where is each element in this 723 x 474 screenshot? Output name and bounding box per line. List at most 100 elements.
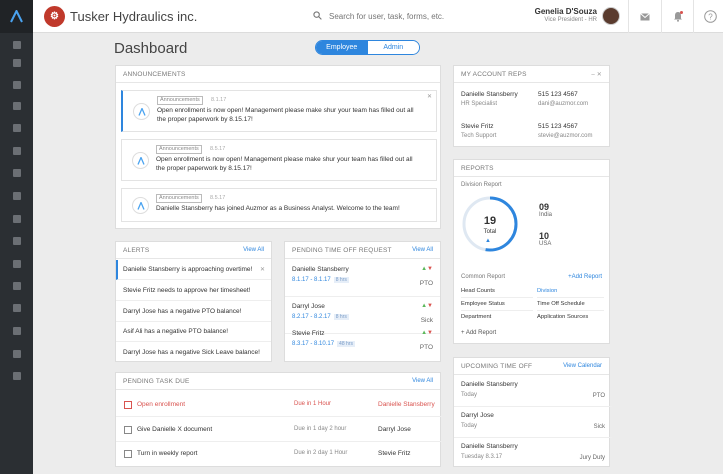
- total-label: Total: [483, 229, 497, 235]
- upcoming-type: Jury Duty: [579, 455, 605, 461]
- nav-report-icon[interactable]: [0, 299, 33, 317]
- nav-chart-icon[interactable]: [0, 97, 33, 115]
- nav-power-icon[interactable]: [0, 367, 33, 385]
- avatar[interactable]: [602, 7, 620, 25]
- pending-tasks-header: PENDING TASK DUE View All: [116, 373, 440, 390]
- alert-item[interactable]: Asif Ali has a negative PTO balance!: [116, 322, 271, 342]
- approve-reject-icons[interactable]: ▲▼: [421, 303, 433, 309]
- add-report-link[interactable]: +Add Report: [568, 274, 602, 280]
- report-link[interactable]: Division: [537, 285, 604, 298]
- task-name: Turn in weekly report: [137, 450, 198, 457]
- nav-bank-icon[interactable]: [0, 232, 33, 250]
- alert-item[interactable]: Stevie Fritz needs to approve her timesh…: [116, 281, 271, 301]
- request-hours: 8 hrs: [333, 314, 349, 320]
- card-title: ALERTS: [123, 246, 150, 254]
- nav-like-icon[interactable]: [0, 76, 33, 94]
- announcement-item[interactable]: Announcements 8.5.17 Open enrollment is …: [121, 139, 437, 181]
- search-input[interactable]: [329, 8, 519, 25]
- nav-documents-icon[interactable]: [0, 164, 33, 182]
- nav-list-icon[interactable]: [0, 322, 33, 340]
- requester-name: Stevie Fritz: [292, 330, 325, 337]
- alert-text: Darryl Jose has a negative PTO balance!: [123, 308, 242, 315]
- announcement-logo-icon: [133, 103, 150, 120]
- admin-toggle-button[interactable]: Admin: [367, 41, 419, 54]
- nav-user-add-icon[interactable]: [0, 210, 33, 228]
- reject-thumb-icon[interactable]: ▼: [427, 266, 433, 272]
- alert-item[interactable]: Danielle Stansberry is approaching overt…: [116, 260, 271, 280]
- announcement-date: 8.5.17: [210, 146, 226, 152]
- task-name: Open enrollment: [137, 401, 186, 408]
- notifications-bell-icon[interactable]: [661, 0, 694, 33]
- report-link[interactable]: Department: [461, 311, 533, 324]
- announcements-header: ANNOUNCEMENTS: [116, 66, 440, 83]
- alert-item[interactable]: Darryl Jose has a negative Sick Leave ba…: [116, 342, 271, 362]
- view-all-link[interactable]: View All: [243, 247, 264, 253]
- task-checkbox[interactable]: [124, 401, 132, 409]
- task-assignee: Stevie Fritz: [378, 450, 411, 457]
- view-all-link[interactable]: View All: [412, 378, 433, 384]
- request-dates-row: 8.2.17 - 8.2.17 8 hrs: [292, 314, 433, 320]
- task-checkbox[interactable]: [124, 450, 132, 458]
- nav-home-icon[interactable]: [0, 54, 33, 72]
- help-icon[interactable]: ?: [693, 0, 723, 33]
- announcement-tag: Announcements: [157, 96, 203, 105]
- report-link[interactable]: Employee Status: [461, 298, 533, 311]
- time-off-request[interactable]: Danielle Stansberry 8.1.17 - 8.1.17 8 hrs…: [285, 260, 440, 297]
- task-row[interactable]: Turn in weekly report Due in 2 day 1 Hou…: [116, 442, 442, 466]
- nav-clock-icon[interactable]: [0, 255, 33, 273]
- upcoming-date: Today: [461, 392, 478, 398]
- alert-item[interactable]: Darryl Jose has a negative PTO balance!: [116, 302, 271, 322]
- task-row[interactable]: Open enrollment Due in 1 Hour Danielle S…: [116, 393, 442, 417]
- upcoming-date: Today: [461, 423, 478, 429]
- announcement-item[interactable]: Announcements 8.1.17 Open enrollment is …: [121, 90, 437, 132]
- task-checkbox[interactable]: [124, 426, 132, 434]
- add-report-button[interactable]: + Add Report: [461, 330, 496, 336]
- task-row[interactable]: Give Danielle X document Due in 1 day 2 …: [116, 418, 442, 442]
- request-hours: 8 hrs: [333, 277, 349, 283]
- rep-email[interactable]: stevie@auzmor.com: [538, 133, 592, 139]
- app-logo[interactable]: [0, 0, 33, 33]
- nav-users-icon[interactable]: [0, 187, 33, 205]
- nav-briefcase-icon[interactable]: [0, 142, 33, 160]
- view-calendar-link[interactable]: View Calendar: [563, 363, 602, 369]
- announcements-card: ANNOUNCEMENTS Announcements 8.1.17 Open …: [115, 65, 441, 229]
- approve-reject-icons[interactable]: ▲▼: [421, 330, 433, 336]
- card-controls[interactable]: – ✕: [591, 71, 602, 78]
- alert-text: Stevie Fritz needs to approve her timesh…: [123, 287, 251, 294]
- rep-name: Stevie Fritz: [461, 123, 494, 130]
- report-link[interactable]: Head Counts: [461, 285, 533, 298]
- nav-file-icon[interactable]: [0, 277, 33, 295]
- upcoming-item[interactable]: Danielle Stansberry Today PTO: [454, 376, 612, 407]
- reject-thumb-icon[interactable]: ▼: [427, 330, 433, 336]
- alerts-card: ALERTS View All Danielle Stansberry is ap…: [115, 241, 272, 362]
- user-name[interactable]: Genelia D'Souza: [533, 7, 597, 16]
- approve-reject-icons[interactable]: ▲▼: [421, 266, 433, 272]
- close-icon[interactable]: ✕: [260, 266, 265, 273]
- rep-phone[interactable]: 515 123 4567: [538, 91, 588, 98]
- employee-toggle-button[interactable]: Employee: [316, 41, 368, 54]
- nav-menu-icon[interactable]: [0, 36, 33, 54]
- nav-settings-icon[interactable]: [0, 345, 33, 363]
- upcoming-item[interactable]: Darryl Jose Today Sick: [454, 407, 612, 438]
- announcement-item[interactable]: Announcements 8.5.17 Danielle Stansberry…: [121, 188, 437, 222]
- rep-contact: 515 123 4567 dani@auzmor.com: [538, 91, 588, 107]
- task-assignee: Danielle Stansberry: [378, 401, 435, 408]
- alert-text: Darryl Jose has a negative Sick Leave ba…: [123, 348, 260, 356]
- time-off-request[interactable]: Stevie Fritz 8.3.17 - 8.10.17 48 hrs ▲▼ P…: [285, 324, 440, 361]
- search-icon[interactable]: [313, 11, 322, 20]
- report-link[interactable]: Application Sources: [537, 311, 604, 324]
- view-all-link[interactable]: View All: [412, 247, 433, 253]
- minimize-icon[interactable]: –: [591, 72, 595, 78]
- messages-icon[interactable]: [628, 0, 661, 33]
- rep-phone[interactable]: 515 123 4567: [538, 123, 592, 130]
- report-link[interactable]: Time Off Schedule: [537, 298, 604, 311]
- close-icon[interactable]: ✕: [597, 72, 602, 78]
- rep-email[interactable]: dani@auzmor.com: [538, 101, 588, 107]
- requester-name: Danielle Stansberry: [292, 266, 349, 273]
- requester-name: Darryl Jose: [292, 303, 325, 310]
- close-icon[interactable]: ✕: [427, 93, 432, 100]
- nav-tag-icon[interactable]: [0, 119, 33, 137]
- upcoming-item[interactable]: Danielle Stansberry Tuesday 8.3.17 Jury …: [454, 438, 612, 469]
- reject-thumb-icon[interactable]: ▼: [427, 303, 433, 309]
- division-report-title: Division Report: [461, 182, 502, 188]
